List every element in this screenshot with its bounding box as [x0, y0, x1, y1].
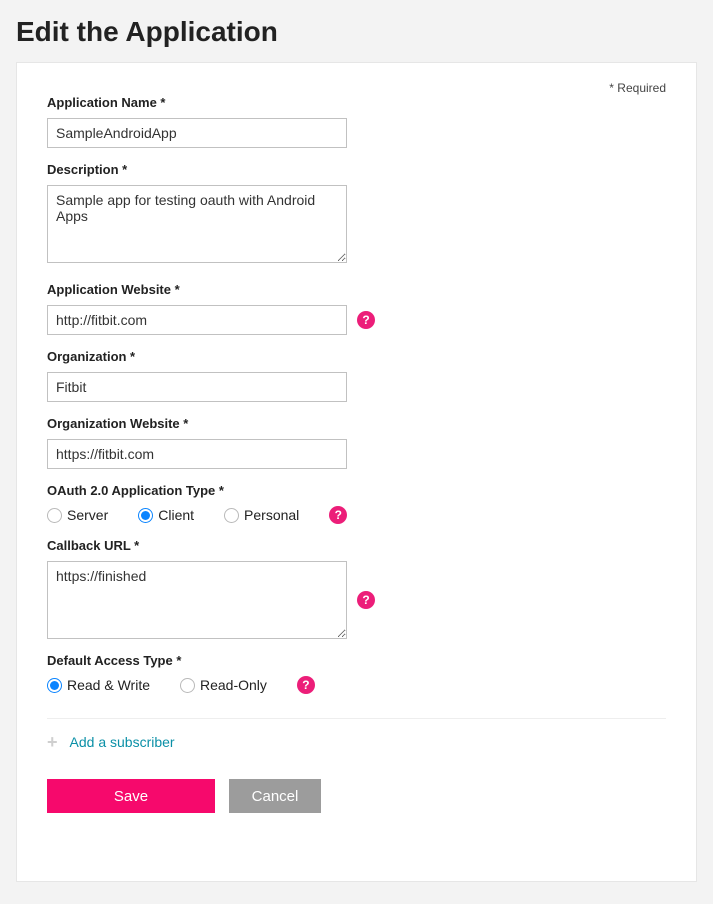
input-organization[interactable]	[47, 372, 347, 402]
cancel-button[interactable]: Cancel	[229, 779, 321, 813]
help-icon[interactable]: ?	[329, 506, 347, 524]
field-description: Description * Sample app for testing oau…	[47, 162, 666, 268]
radio-label-client: Client	[158, 507, 194, 523]
input-application-name[interactable]	[47, 118, 347, 148]
help-icon[interactable]: ?	[357, 311, 375, 329]
radio-item-ro[interactable]: Read-Only	[180, 677, 267, 693]
form-card: * Required Application Name * Descriptio…	[16, 62, 697, 882]
input-callback-url[interactable]: https://finished	[47, 561, 347, 639]
label-application-website: Application Website *	[47, 282, 666, 297]
button-row: Save Cancel	[47, 779, 666, 813]
add-subscriber-link[interactable]: Add a subscriber	[70, 734, 175, 750]
label-oauth-type: OAuth 2.0 Application Type *	[47, 483, 666, 498]
field-application-website: Application Website * ?	[47, 282, 666, 335]
label-access-type: Default Access Type *	[47, 653, 666, 668]
required-note: * Required	[609, 81, 666, 95]
plus-icon: +	[47, 733, 58, 751]
radio-label-rw: Read & Write	[67, 677, 150, 693]
radio-label-server: Server	[67, 507, 108, 523]
page-title: Edit the Application	[16, 16, 697, 48]
radio-item-client[interactable]: Client	[138, 507, 194, 523]
radio-item-personal[interactable]: Personal	[224, 507, 299, 523]
radio-label-ro: Read-Only	[200, 677, 267, 693]
field-access-type: Default Access Type * Read & Write Read-…	[47, 653, 666, 694]
field-organization: Organization *	[47, 349, 666, 402]
input-organization-website[interactable]	[47, 439, 347, 469]
add-subscriber-row: + Add a subscriber	[47, 718, 666, 765]
radio-label-personal: Personal	[244, 507, 299, 523]
field-oauth-type: OAuth 2.0 Application Type * Server Clie…	[47, 483, 666, 524]
field-organization-website: Organization Website *	[47, 416, 666, 469]
input-application-website[interactable]	[47, 305, 347, 335]
radio-server[interactable]	[47, 508, 62, 523]
save-button[interactable]: Save	[47, 779, 215, 813]
help-icon[interactable]: ?	[357, 591, 375, 609]
radio-item-server[interactable]: Server	[47, 507, 108, 523]
label-callback-url: Callback URL *	[47, 538, 666, 553]
help-icon[interactable]: ?	[297, 676, 315, 694]
radio-read-only[interactable]	[180, 678, 195, 693]
label-description: Description *	[47, 162, 666, 177]
label-organization-website: Organization Website *	[47, 416, 666, 431]
radio-read-write[interactable]	[47, 678, 62, 693]
radio-item-rw[interactable]: Read & Write	[47, 677, 150, 693]
field-callback-url: Callback URL * https://finished ?	[47, 538, 666, 639]
label-application-name: Application Name *	[47, 95, 666, 110]
field-application-name: Application Name *	[47, 95, 666, 148]
label-organization: Organization *	[47, 349, 666, 364]
radio-personal[interactable]	[224, 508, 239, 523]
input-description[interactable]: Sample app for testing oauth with Androi…	[47, 185, 347, 263]
radio-client[interactable]	[138, 508, 153, 523]
